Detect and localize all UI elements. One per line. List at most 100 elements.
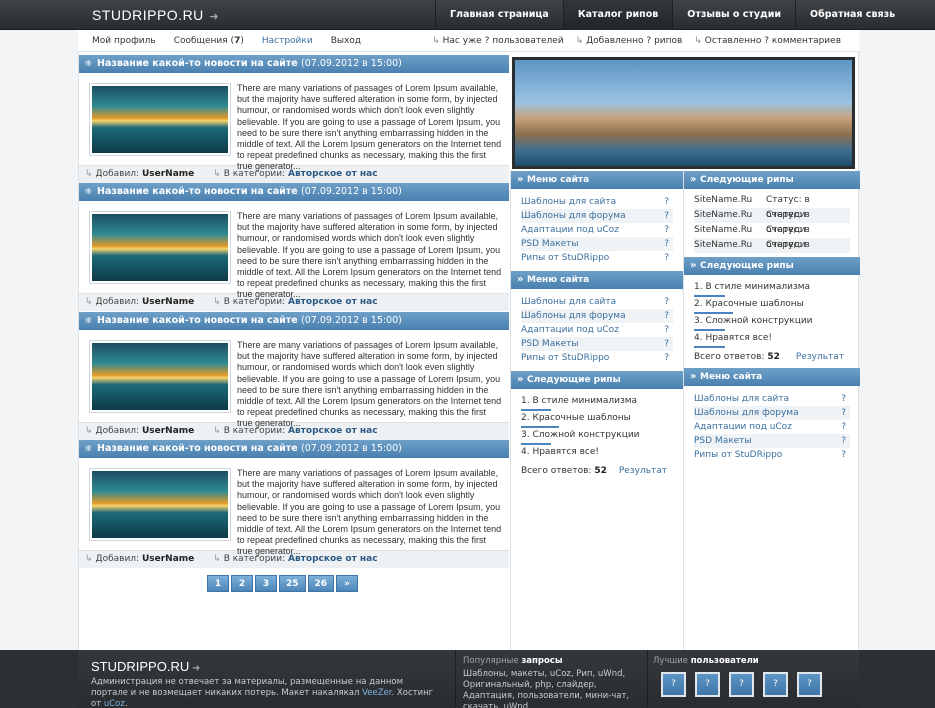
menu-item[interactable]: Рипы от StuDRippo?	[521, 351, 673, 365]
site-menu-heading: Меню сайта	[511, 171, 683, 189]
stat-comments: Оставленно ? комментариев	[694, 36, 841, 46]
site-menu: Шаблоны для сайта? Шаблоны для форума? А…	[511, 289, 683, 371]
poll-option[interactable]: 4. Нравятся все!	[521, 446, 673, 463]
post-author[interactable]: UserName	[142, 426, 194, 436]
post-title-text: Название какой-то новости на сайте	[97, 58, 298, 69]
rip-site: SiteName.Ru	[694, 225, 753, 235]
poll-option[interactable]: 3. Сложной конструкции	[521, 429, 673, 446]
poll-result-link[interactable]: Результат	[619, 466, 667, 476]
arrow-icon: ↳	[213, 426, 221, 436]
help-icon: ?	[841, 422, 846, 432]
menu-item[interactable]: Рипы от StuDRippo?	[521, 251, 673, 265]
help-icon: ?	[841, 394, 846, 404]
best-users: Лучшие пользователи ? ? ? ? ?	[653, 656, 822, 697]
next-rips-heading: Следующие рипы	[684, 171, 860, 189]
menu-item[interactable]: Рипы от StuDRippo?	[694, 448, 850, 462]
post-author[interactable]: UserName	[142, 554, 194, 564]
menu-item[interactable]: PSD Макеты?	[521, 237, 673, 251]
poll-option[interactable]: 4. Нравятся все!	[694, 332, 850, 349]
logout-link[interactable]: Выход	[331, 36, 361, 46]
menu-item-label: Рипы от StuDRippo	[521, 253, 610, 263]
post-title[interactable]: Название какой-то новости на сайте (07.0…	[79, 183, 509, 201]
arrow-icon: ↳	[85, 169, 93, 179]
post-thumbnail[interactable]	[89, 83, 231, 156]
post-thumbnail[interactable]	[89, 211, 231, 284]
arrow-icon: ↳	[85, 297, 93, 307]
poll-option[interactable]: 2. Красочные шаблоны	[521, 412, 673, 429]
menu-item-label: Шаблоны для сайта	[521, 197, 617, 207]
post-text: There are many variations of passages of…	[237, 211, 502, 300]
page-button[interactable]: 1	[207, 575, 229, 592]
popular-tags[interactable]: Шаблоны, макеты, uCoz, Рип, uWnd, Оригин…	[463, 669, 643, 708]
poll-option[interactable]: 1. В стиле минимализма	[694, 281, 850, 298]
nav-home[interactable]: Главная страница	[435, 0, 563, 30]
poll-option[interactable]: 2. Красочные шаблоны	[694, 298, 850, 315]
avatar[interactable]: ?	[729, 672, 754, 697]
post-title[interactable]: Название какой-то новости на сайте (07.0…	[79, 312, 509, 330]
next-page-button[interactable]: »	[336, 575, 359, 592]
messages-link[interactable]: Сообщения (7)	[174, 36, 244, 46]
author-link[interactable]: VeeZer	[362, 688, 391, 698]
page-button[interactable]: 2	[231, 575, 253, 592]
list-item[interactable]: SiteName.Ru Статус: в очереди	[694, 193, 850, 220]
poll-option[interactable]: 3. Сложной конструкции	[694, 315, 850, 332]
nav-feedback[interactable]: Обратная связь	[795, 0, 909, 30]
avatar[interactable]: ?	[763, 672, 788, 697]
post-author[interactable]: UserName	[142, 169, 194, 179]
help-icon: ?	[841, 450, 846, 460]
menu-item-label: Шаблоны для форума	[694, 408, 799, 418]
menu-item[interactable]: Шаблоны для форума?	[521, 209, 673, 223]
nav-catalog[interactable]: Каталог рипов	[562, 0, 673, 30]
avatar[interactable]: ?	[695, 672, 720, 697]
menu-item[interactable]: Адаптации под uCoz?	[521, 223, 673, 237]
menu-item[interactable]: Шаблоны для сайта?	[694, 392, 850, 406]
menu-item[interactable]: Шаблоны для форума?	[521, 309, 673, 323]
poll-option-label: 3. Сложной конструкции	[694, 316, 813, 326]
menu-item[interactable]: PSD Макеты?	[521, 337, 673, 351]
arrow-icon: ↳	[85, 554, 93, 564]
page-button[interactable]: 26	[307, 575, 335, 592]
post-thumbnail[interactable]	[89, 340, 231, 413]
site-logo[interactable]: STUDRIPPO.RU ➜	[92, 7, 219, 23]
nav-reviews[interactable]: Отзывы о студии	[672, 0, 795, 30]
hosting-link[interactable]: uCoz	[104, 699, 125, 708]
list-item[interactable]: SiteName.Ru Статус: в очереди	[694, 223, 850, 250]
news-post: Название какой-то новости на сайте (07.0…	[79, 312, 509, 440]
post-author[interactable]: UserName	[142, 297, 194, 307]
profile-link[interactable]: Мой профиль	[92, 36, 156, 46]
list-item[interactable]: SiteName.Ru Статус: в очереди	[694, 238, 850, 265]
footer-logo[interactable]: STUDRIPPO.RU ➜	[91, 659, 200, 674]
poll-bar	[521, 409, 552, 411]
post-title[interactable]: Название какой-то новости на сайте (07.0…	[79, 440, 509, 458]
avatar[interactable]: ?	[797, 672, 822, 697]
post-title[interactable]: Название какой-то новости на сайте (07.0…	[79, 55, 509, 73]
menu-item-label: Шаблоны для сайта	[694, 394, 790, 404]
menu-item[interactable]: Шаблоны для сайта?	[521, 295, 673, 309]
settings-link[interactable]: Настройки	[262, 36, 313, 46]
popular-queries: Популярные запросы Шаблоны, макеты, uCoz…	[463, 656, 643, 708]
poll-total-label: Всего ответов:	[694, 352, 765, 362]
rip-status: Статус: в очереди	[766, 195, 810, 220]
menu-item[interactable]: Адаптации под uCoz?	[694, 420, 850, 434]
menu-item[interactable]: Шаблоны для сайта?	[521, 195, 673, 209]
stat-rips: Добавленно ? рипов	[576, 36, 682, 46]
post-thumbnail[interactable]	[89, 468, 231, 541]
poll-result-link[interactable]: Результат	[796, 352, 844, 362]
poll-total-count: 52	[594, 466, 607, 476]
poll-bar	[694, 312, 733, 314]
site-menu: Шаблоны для сайта? Шаблоны для форума? А…	[511, 189, 683, 271]
menu-item-label: Шаблоны для форума	[521, 211, 626, 221]
menu-item[interactable]: PSD Макеты?	[694, 434, 850, 448]
menu-item[interactable]: Адаптации под uCoz?	[521, 323, 673, 337]
help-icon: ?	[664, 239, 669, 249]
post-date: (07.09.2012 в 15:00)	[301, 58, 402, 69]
page-button[interactable]: 25	[279, 575, 306, 592]
poll-heading: Следующие рипы	[511, 371, 683, 389]
site-menu-heading: Меню сайта	[511, 271, 683, 289]
avatar[interactable]: ?	[661, 672, 686, 697]
menu-item[interactable]: Шаблоны для форума?	[694, 406, 850, 420]
poll-option[interactable]: 1. В стиле минимализма	[521, 395, 673, 412]
page-button[interactable]: 3	[255, 575, 277, 592]
poll-option-label: 2. Красочные шаблоны	[694, 299, 804, 309]
list-item[interactable]: SiteName.Ru Статус: в очереди	[694, 208, 850, 235]
